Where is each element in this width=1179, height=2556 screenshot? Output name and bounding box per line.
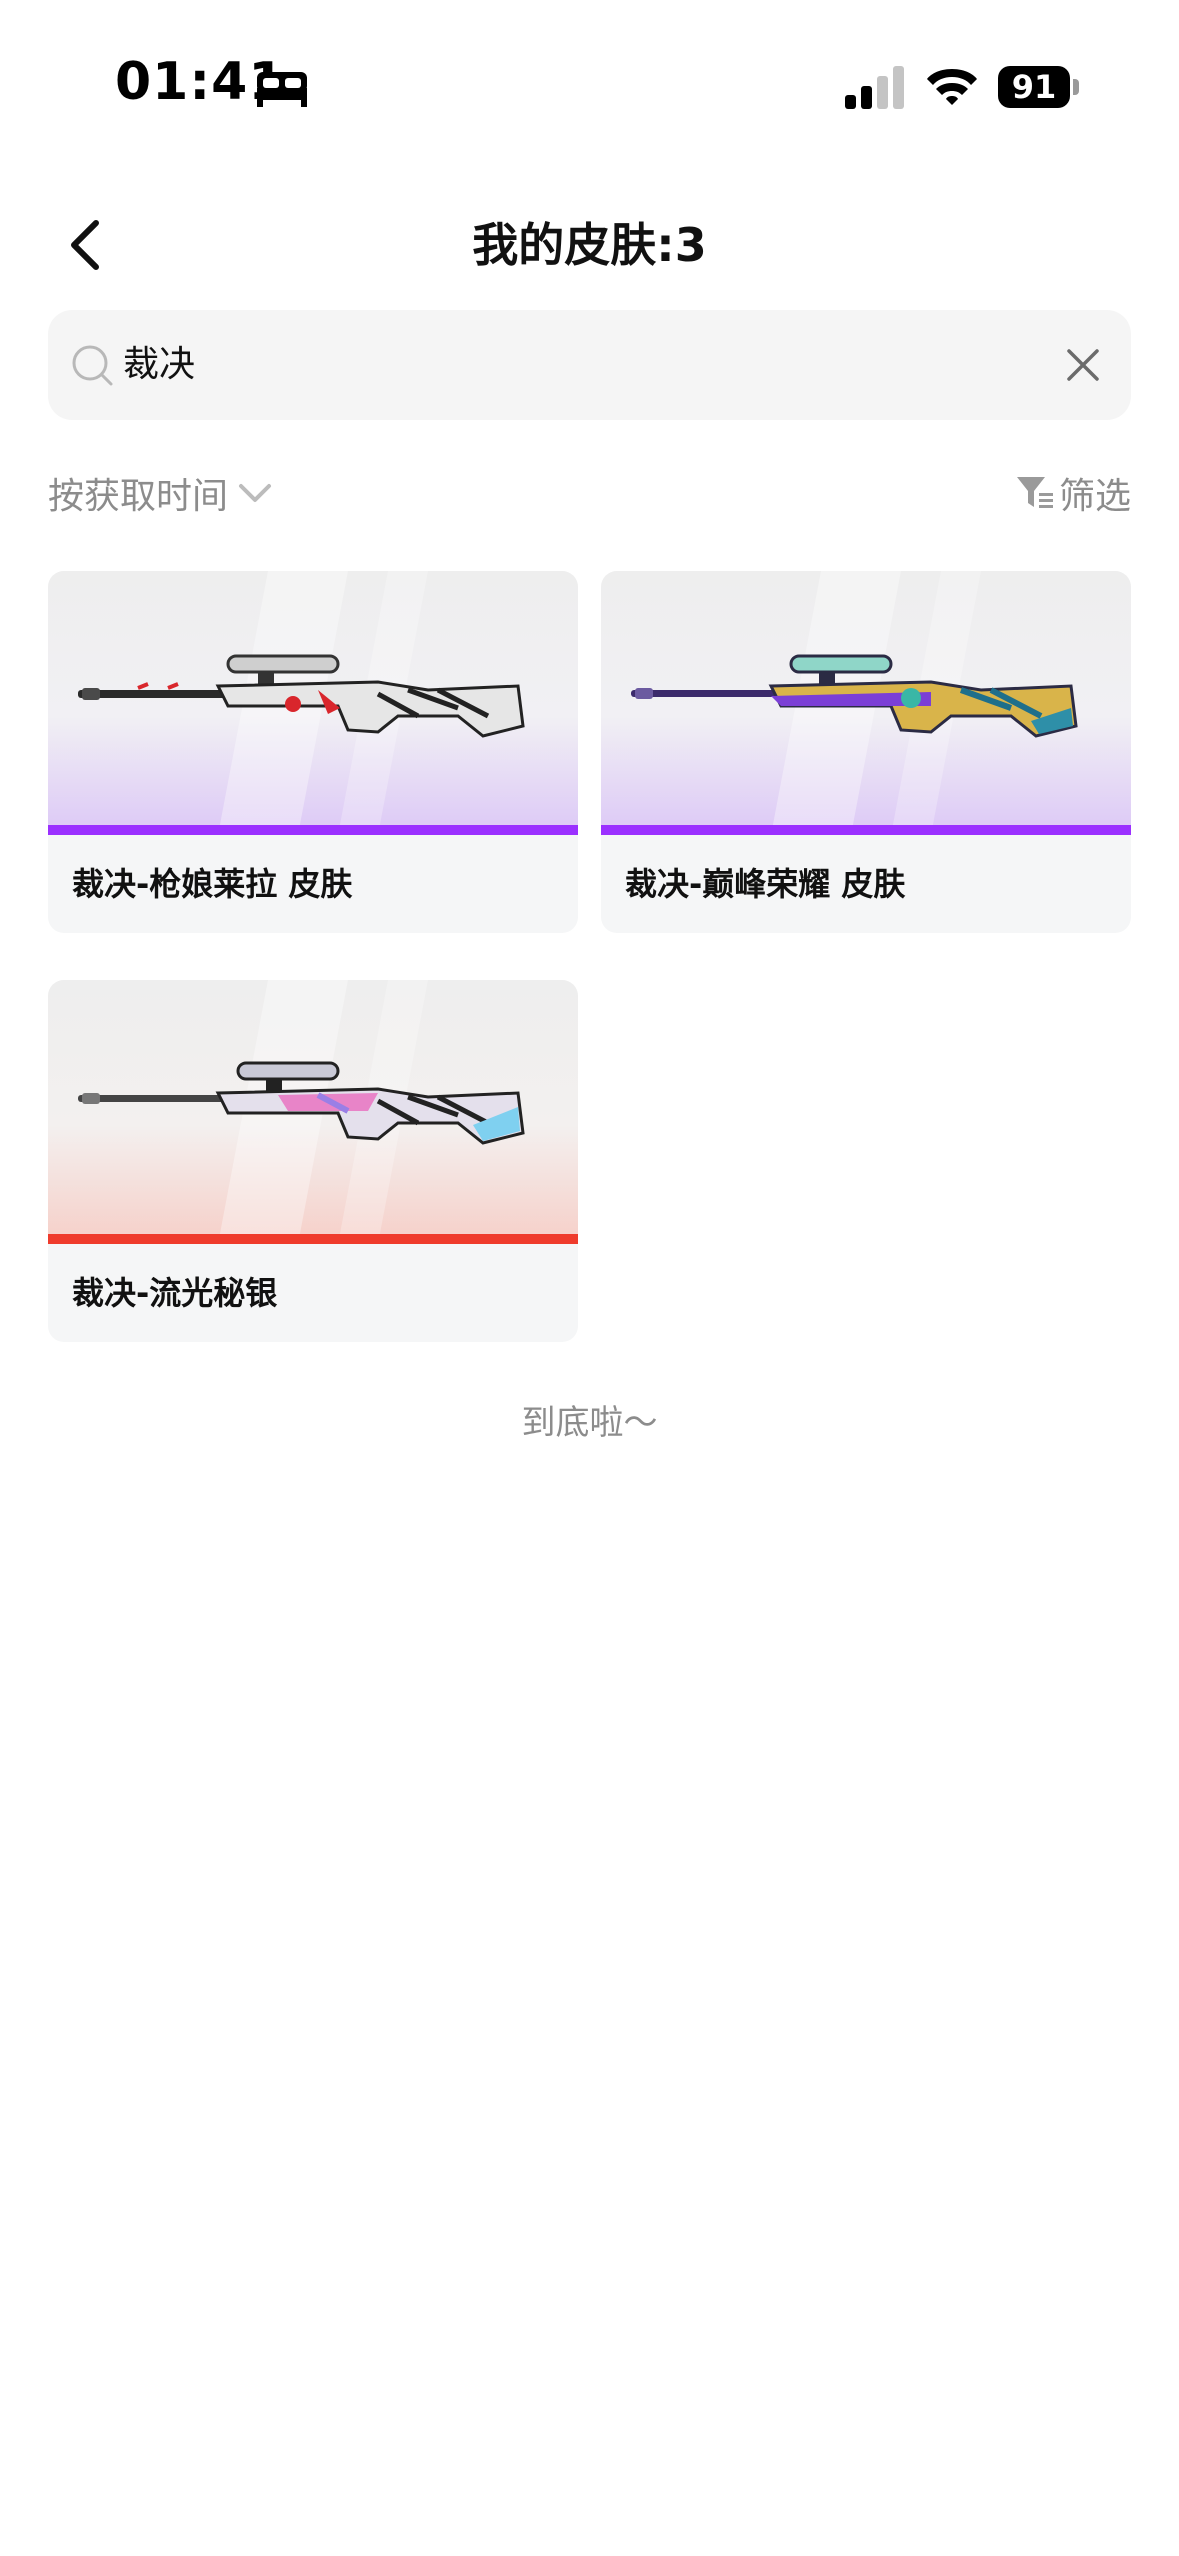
sort-dropdown[interactable]: 按获取时间 bbox=[48, 468, 274, 518]
skin-name: 裁决-流光秘银 bbox=[72, 1274, 278, 1312]
page-title: 我的皮肤:3 bbox=[472, 218, 707, 272]
filter-button[interactable]: 筛选 bbox=[1015, 468, 1131, 518]
skin-card[interactable]: 裁决-巅峰荣耀 皮肤 bbox=[601, 571, 1131, 933]
search-input[interactable]: 裁决 bbox=[123, 310, 195, 420]
status-bar: 01:41 91 bbox=[0, 0, 1179, 170]
rarity-bar bbox=[601, 825, 1131, 835]
sniper-rifle-image bbox=[601, 571, 1131, 835]
skin-name: 裁决-巅峰荣耀 皮肤 bbox=[625, 865, 906, 903]
filter-label: 筛选 bbox=[1058, 476, 1131, 517]
end-of-list-text: 到底啦～ bbox=[521, 1403, 658, 1443]
header: 我的皮肤:3 bbox=[0, 200, 1179, 290]
rarity-bar bbox=[48, 825, 578, 835]
cellular-signal-icon bbox=[845, 66, 904, 109]
back-button[interactable] bbox=[58, 215, 118, 275]
bed-icon bbox=[257, 72, 307, 107]
chevron-down-icon bbox=[239, 484, 272, 502]
battery-level: 91 bbox=[1011, 68, 1057, 106]
sniper-rifle-image bbox=[48, 571, 578, 835]
sniper-rifle-image bbox=[48, 980, 578, 1244]
skin-name: 裁决-枪娘莱拉 皮肤 bbox=[72, 865, 353, 903]
search-icon bbox=[72, 345, 113, 386]
skin-card[interactable]: 裁决-流光秘银 bbox=[48, 980, 578, 1342]
battery-icon: 91 bbox=[998, 66, 1080, 108]
sort-label: 按获取时间 bbox=[48, 476, 229, 517]
filter-icon bbox=[1016, 477, 1053, 508]
skin-card[interactable]: 裁决-枪娘莱拉 皮肤 bbox=[48, 571, 578, 933]
wifi-icon bbox=[927, 69, 977, 105]
rarity-bar bbox=[48, 1234, 578, 1244]
search-bar[interactable]: 裁决 bbox=[48, 310, 1131, 420]
close-icon[interactable] bbox=[1061, 343, 1105, 387]
